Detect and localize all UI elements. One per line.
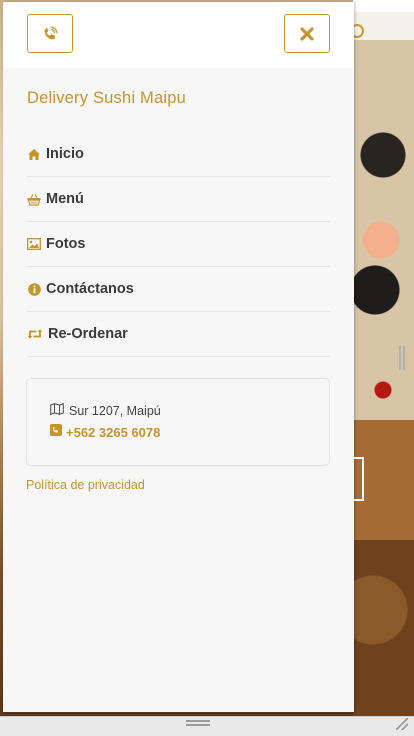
phone-square-icon [50,423,62,441]
phone-number[interactable]: +562 3265 6078 [66,425,160,440]
call-button[interactable] [27,14,73,53]
drawer-nav: Inicio Menú Fotos Contáctanos Re-Ordenar [27,132,330,357]
side-drawer: Delivery Sushi Maipu Inicio Menú Fotos C… [3,2,354,712]
nav-item-contactanos[interactable]: Contáctanos [27,267,330,312]
nav-item-label: Fotos [46,236,86,252]
drawer-drag-handle[interactable] [399,346,405,370]
resize-grip-icon[interactable] [396,718,408,730]
nav-item-label: Inicio [46,146,84,162]
phone-icon [44,26,58,39]
nav-item-label: Contáctanos [46,281,134,297]
brand-title[interactable]: Delivery Sushi Maipu [27,89,186,108]
close-icon [300,26,314,41]
home-icon [27,147,41,161]
info-icon [27,282,41,296]
close-drawer-button[interactable] [284,14,330,53]
drawer-header [3,2,354,68]
address-text: Sur 1207, Maipú [69,404,161,418]
basket-icon [27,192,41,206]
contact-card: Sur 1207, Maipú +562 3265 6078 [26,378,330,466]
retweet-icon [27,327,43,341]
bottom-resize-handle[interactable] [186,720,210,726]
privacy-policy-link[interactable]: Política de privacidad [26,478,145,492]
nav-item-inicio[interactable]: Inicio [27,132,330,177]
image-icon [27,237,41,251]
phone-row[interactable]: +562 3265 6078 [50,423,160,441]
nav-item-label: Re-Ordenar [48,326,128,342]
nav-item-label: Menú [46,191,84,207]
map-icon [50,402,64,420]
nav-item-re-ordenar[interactable]: Re-Ordenar [27,312,330,357]
nav-item-menu[interactable]: Menú [27,177,330,222]
window-bottom-bar [0,716,414,736]
address-row: Sur 1207, Maipú [50,402,161,420]
nav-item-fotos[interactable]: Fotos [27,222,330,267]
